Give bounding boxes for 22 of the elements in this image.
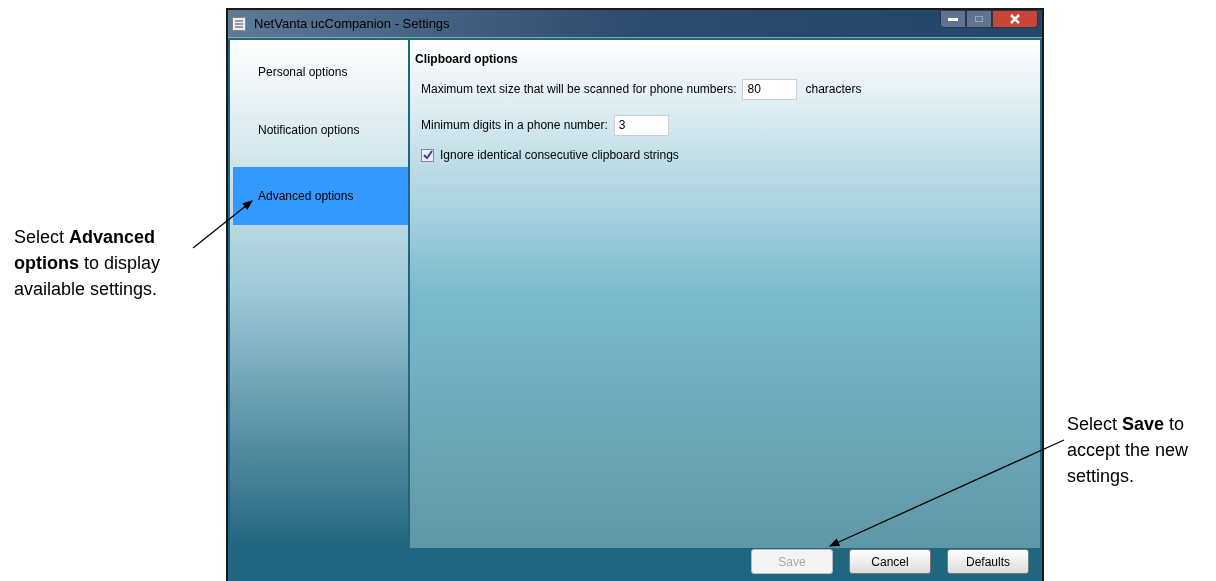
sidebar-item[interactable]: Personal options	[233, 51, 408, 93]
dialog-button[interactable]: Defaults	[947, 549, 1029, 574]
unit-label: characters	[805, 81, 862, 98]
app-icon	[232, 16, 246, 31]
setting-label: Minimum digits in a phone number:	[421, 117, 608, 134]
callout-text: Select Advanced options to display available settings.	[14, 226, 162, 301]
checkbox-label: Ignore identical consecutive clipboard strings	[440, 147, 679, 164]
checkbox[interactable]	[421, 148, 434, 162]
number-field[interactable]: 3	[613, 114, 669, 136]
callout-arrow	[192, 200, 253, 249]
dialog-button[interactable]: Cancel	[849, 549, 931, 574]
maximize-button[interactable]	[966, 10, 992, 28]
sidebar-item[interactable]: Notification options	[233, 109, 408, 151]
section-title: Clipboard options	[414, 51, 519, 67]
minimize-button[interactable]	[940, 10, 966, 28]
sidebar-item[interactable]: Advanced options	[233, 167, 408, 225]
close-button[interactable]	[992, 10, 1038, 28]
callout-text: Select Save to accept the new settings.	[1067, 413, 1190, 488]
number-field[interactable]: 80	[742, 78, 798, 100]
window-title: NetVanta ucCompanion - Settings	[254, 14, 450, 33]
setting-label: Maximum text size that will be scanned for phone numbers:	[421, 81, 737, 98]
close-icon	[1009, 14, 1021, 24]
